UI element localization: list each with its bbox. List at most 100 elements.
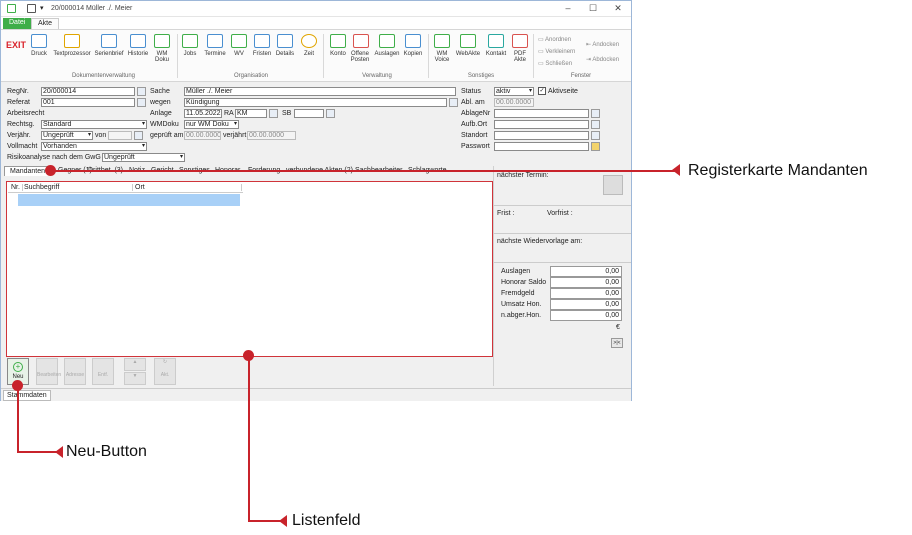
pdf-akte-button[interactable]: PDF Akte — [510, 34, 530, 63]
nav-button[interactable]: >|< — [611, 338, 623, 348]
ribbon-separator — [323, 34, 324, 78]
aktualisieren-button[interactable]: ↻ Akt. — [154, 358, 176, 385]
termine-button[interactable]: Termine — [202, 34, 228, 57]
offene-posten-button[interactable]: Offene Posten — [349, 34, 373, 63]
regnr-field[interactable]: 20/000014 — [41, 87, 135, 96]
ablam-label: Abl. am — [461, 99, 485, 106]
verjaehr-label: Verjähr. — [7, 132, 31, 139]
kontakt-button[interactable]: Kontakt — [483, 34, 509, 57]
ablagenr-field[interactable] — [494, 109, 589, 118]
divider — [494, 205, 631, 206]
wmdoku-select[interactable]: nur WM Doku ▾ — [184, 120, 239, 129]
druck-button[interactable]: Druck — [29, 34, 49, 57]
webakte-button[interactable]: WebAkte — [454, 34, 482, 57]
quick-access-dropdown-icon[interactable]: ▾ — [40, 4, 44, 12]
andocken-button[interactable]: ⇤ Andocken — [586, 41, 619, 48]
lock-icon[interactable] — [591, 142, 600, 151]
wegen-field[interactable]: Kündigung — [184, 98, 447, 107]
abdocken-button[interactable]: ⇥ Abdocken — [586, 56, 619, 63]
textprozessor-button[interactable]: Textprozessor — [51, 34, 93, 57]
entfernen-button[interactable]: Entf. — [92, 358, 114, 385]
historie-button[interactable]: Historie — [126, 34, 150, 57]
arrow-up-icon[interactable] — [591, 109, 600, 118]
search-icon[interactable] — [326, 109, 335, 118]
move-up-button[interactable]: ▲ — [124, 358, 146, 371]
auslagen-label: Auslagen — [501, 268, 531, 275]
passwort-field[interactable] — [494, 142, 589, 151]
register-tabs: Mandanten Gegner (1) Drittbet. (3) Notiz… — [1, 166, 491, 178]
rechtsg-select[interactable]: Standard ▾ — [41, 120, 147, 129]
table-row[interactable] — [18, 194, 240, 206]
geprueft-field[interactable]: 00.00.0000 — [184, 131, 221, 140]
exit-button[interactable]: EXIT — [6, 40, 26, 50]
arrow-up-icon: ▲ — [132, 359, 138, 365]
tab-akte[interactable]: Akte — [31, 18, 60, 29]
column-header-suchbegriff[interactable]: Suchbegriff — [22, 184, 132, 191]
maximize-icon[interactable]: ☐ — [586, 3, 600, 14]
wm-doku-button[interactable]: WM Doku — [151, 34, 173, 63]
bearbeiten-button[interactable]: Bearbeiten — [36, 358, 61, 385]
sache-field[interactable]: Müller ./. Meier — [184, 87, 456, 96]
tab-datei[interactable]: Datei — [3, 18, 32, 29]
adresse-button[interactable]: Adresse — [64, 358, 86, 385]
serienbrief-button[interactable]: Serienbrief — [93, 34, 125, 57]
close-icon[interactable]: ✕ — [611, 3, 625, 14]
verjaehrt-field[interactable]: 00.00.0000 — [247, 131, 296, 140]
details-button[interactable]: Details — [274, 34, 296, 57]
search-icon[interactable] — [137, 98, 146, 107]
wegen-label: wegen — [150, 99, 171, 106]
anlage-label: Anlage — [150, 110, 172, 117]
schliessen-button[interactable]: ▭ Schließen — [538, 60, 572, 67]
tab-stammdaten[interactable]: Stammdaten — [3, 390, 51, 401]
calendar-icon[interactable] — [603, 175, 623, 195]
pencil-icon[interactable] — [449, 98, 458, 107]
search-icon[interactable] — [137, 87, 146, 96]
search-icon[interactable] — [269, 109, 278, 118]
divider — [494, 262, 631, 263]
kopien-button[interactable]: Kopien — [402, 34, 424, 57]
search-icon[interactable] — [591, 131, 600, 140]
sb-field[interactable] — [294, 109, 324, 118]
move-down-button[interactable]: ▼ — [124, 372, 146, 385]
zeit-button[interactable]: Zeit — [298, 34, 320, 57]
aufbort-label: Aufb.Ort — [461, 121, 488, 128]
jobs-button[interactable]: Jobs — [180, 34, 200, 57]
search-icon[interactable] — [134, 131, 143, 140]
von-field[interactable] — [108, 131, 132, 140]
chevron-down-icon: ▾ — [141, 143, 145, 149]
wv-button[interactable]: WV — [229, 34, 249, 57]
aktivseite-checkbox[interactable]: ✓ — [538, 87, 546, 95]
rechtsg-value: Standard — [43, 121, 72, 128]
ablam-field[interactable]: 00.00.0000 — [494, 98, 534, 107]
column-header-nr[interactable]: Nr. — [11, 184, 20, 191]
referat-field[interactable]: 001 — [41, 98, 135, 107]
ra-field[interactable]: KM — [235, 109, 267, 118]
callout-line — [248, 356, 250, 521]
wmdoku-label: WMDoku — [150, 121, 179, 128]
column-header-ort[interactable]: Ort — [132, 184, 242, 191]
minimize-icon[interactable]: – — [561, 3, 575, 13]
anlage-field[interactable]: 11.05.2022 — [184, 109, 222, 118]
save-icon[interactable] — [27, 4, 36, 13]
tab-mandanten[interactable]: Mandanten — [4, 166, 52, 176]
fremdgeld-label: Fremdgeld — [501, 290, 535, 297]
anordnen-button[interactable]: ▭ Anordnen — [538, 36, 571, 43]
vollmacht-select[interactable]: Vorhanden ▾ — [41, 142, 147, 151]
verkleinern-button[interactable]: ▭ Verkleinern — [538, 48, 575, 55]
aufbort-field[interactable] — [494, 120, 589, 129]
group-organisation: Organisation — [233, 73, 269, 79]
wm-voice-button[interactable]: WM Voice — [432, 34, 452, 63]
fristen-button[interactable]: Fristen — [251, 34, 273, 57]
risiko-value: Ungeprüft — [104, 154, 135, 161]
status-select[interactable]: aktiv ▾ — [494, 87, 534, 96]
konto-button[interactable]: Konto — [327, 34, 349, 57]
callout-neu-button: Neu-Button — [66, 443, 147, 460]
risiko-select[interactable]: Ungeprüft ▾ — [102, 153, 185, 162]
standort-field[interactable] — [494, 131, 589, 140]
auslagen-button[interactable]: Auslagen — [373, 34, 401, 57]
list-field[interactable]: Nr. Suchbegriff Ort — [6, 181, 493, 357]
pencil-icon[interactable] — [591, 120, 600, 129]
callout-arrow — [55, 446, 63, 458]
jobs-icon — [182, 34, 198, 48]
verjaehr-select[interactable]: Ungeprüft ▾ — [41, 131, 93, 140]
